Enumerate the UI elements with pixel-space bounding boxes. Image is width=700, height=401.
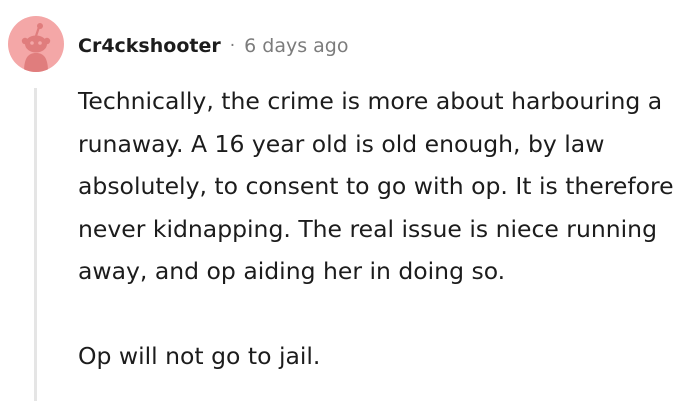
username-link[interactable]: Cr4ckshooter xyxy=(78,35,221,57)
comment-paragraph: Technically, the crime is more about har… xyxy=(78,87,674,285)
comment: Cr4ckshooter · 6 days ago Technically, t… xyxy=(0,0,700,401)
comment-header: Cr4ckshooter · 6 days ago xyxy=(78,31,348,61)
comment-paragraph: Op will not go to jail. xyxy=(78,342,321,370)
thread-collapse-line[interactable] xyxy=(34,88,37,401)
comment-body: Technically, the crime is more about har… xyxy=(78,80,688,378)
meta-separator: · xyxy=(229,36,236,56)
comment-timestamp[interactable]: 6 days ago xyxy=(244,35,348,57)
avatar[interactable] xyxy=(8,16,64,72)
reddit-snoo-avatar-icon xyxy=(21,23,51,72)
